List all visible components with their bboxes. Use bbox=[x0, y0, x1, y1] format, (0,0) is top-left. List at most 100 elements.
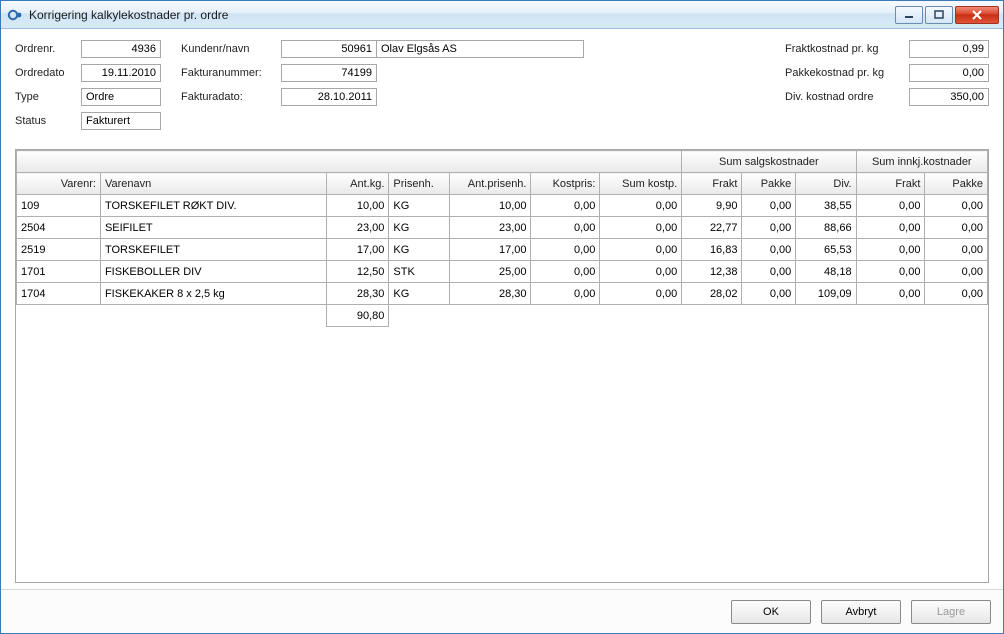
col-antprisenh[interactable]: Ant.prisenh. bbox=[449, 173, 531, 195]
cell[interactable]: 0,00 bbox=[531, 217, 600, 239]
cell[interactable]: 28,30 bbox=[449, 283, 531, 305]
close-button[interactable] bbox=[955, 6, 999, 24]
col-kostpris[interactable]: Kostpris: bbox=[531, 173, 600, 195]
cell[interactable]: 0,00 bbox=[742, 261, 796, 283]
cell[interactable]: 9,90 bbox=[682, 195, 742, 217]
cell[interactable]: 0,00 bbox=[925, 239, 988, 261]
cell[interactable]: 0,00 bbox=[742, 239, 796, 261]
cell[interactable]: 0,00 bbox=[856, 283, 925, 305]
ok-button[interactable]: OK bbox=[731, 600, 811, 624]
cell[interactable]: 12,38 bbox=[682, 261, 742, 283]
cell[interactable]: KG bbox=[389, 239, 449, 261]
cell[interactable]: 0,00 bbox=[925, 261, 988, 283]
cell[interactable]: KG bbox=[389, 195, 449, 217]
cell[interactable]: 2504 bbox=[17, 217, 101, 239]
ordrenr-value: 4936 bbox=[81, 40, 161, 58]
cell[interactable]: 17,00 bbox=[327, 239, 389, 261]
cell[interactable]: STK bbox=[389, 261, 449, 283]
maximize-button[interactable] bbox=[925, 6, 953, 24]
cell[interactable]: 48,18 bbox=[796, 261, 856, 283]
cancel-button[interactable]: Avbryt bbox=[821, 600, 901, 624]
cell[interactable]: 0,00 bbox=[742, 195, 796, 217]
status-value: Fakturert bbox=[81, 112, 161, 130]
cell[interactable]: KG bbox=[389, 283, 449, 305]
cell[interactable]: 65,53 bbox=[796, 239, 856, 261]
cell[interactable]: TORSKEFILET bbox=[100, 239, 326, 261]
cell[interactable]: 0,00 bbox=[600, 195, 682, 217]
col-sumkostp[interactable]: Sum kostp. bbox=[600, 173, 682, 195]
cell[interactable]: 0,00 bbox=[925, 195, 988, 217]
cell[interactable]: 88,66 bbox=[796, 217, 856, 239]
col-div[interactable]: Div. bbox=[796, 173, 856, 195]
cell[interactable]: 10,00 bbox=[327, 195, 389, 217]
cell[interactable]: 10,00 bbox=[449, 195, 531, 217]
cell[interactable]: 25,00 bbox=[449, 261, 531, 283]
cell[interactable]: 0,00 bbox=[531, 261, 600, 283]
kundenr-label: Kundenr/navn bbox=[181, 43, 281, 55]
cell[interactable]: 0,00 bbox=[925, 217, 988, 239]
cell[interactable]: 1704 bbox=[17, 283, 101, 305]
titlebar: Korrigering kalkylekostnader pr. ordre bbox=[1, 1, 1003, 29]
table-row[interactable]: 1701FISKEBOLLER DIV12,50STK25,000,000,00… bbox=[17, 261, 988, 283]
cell[interactable]: FISKEKAKER 8 x 2,5 kg bbox=[100, 283, 326, 305]
cell[interactable]: 0,00 bbox=[856, 261, 925, 283]
blank-cell bbox=[600, 305, 682, 327]
cell[interactable]: 28,30 bbox=[327, 283, 389, 305]
cell[interactable]: 0,00 bbox=[600, 283, 682, 305]
col-varenr[interactable]: Varenr: bbox=[17, 173, 101, 195]
cell[interactable]: 0,00 bbox=[742, 217, 796, 239]
cell[interactable]: 23,00 bbox=[327, 217, 389, 239]
blank-cell bbox=[925, 305, 988, 327]
cell[interactable]: 0,00 bbox=[600, 261, 682, 283]
total-antkg: 90,80 bbox=[327, 305, 389, 327]
cell[interactable]: 28,02 bbox=[682, 283, 742, 305]
col-pakke[interactable]: Pakke bbox=[742, 173, 796, 195]
cell[interactable]: 1701 bbox=[17, 261, 101, 283]
col-frakt2[interactable]: Frakt bbox=[856, 173, 925, 195]
cell[interactable]: SEIFILET bbox=[100, 217, 326, 239]
cell[interactable]: KG bbox=[389, 217, 449, 239]
cell[interactable]: 2519 bbox=[17, 239, 101, 261]
cell[interactable]: 0,00 bbox=[600, 217, 682, 239]
table-row[interactable]: 1704FISKEKAKER 8 x 2,5 kg28,30KG28,300,0… bbox=[17, 283, 988, 305]
cell[interactable]: 16,83 bbox=[682, 239, 742, 261]
type-value: Ordre bbox=[81, 88, 161, 106]
cell[interactable]: 22,77 bbox=[682, 217, 742, 239]
cell[interactable]: 0,00 bbox=[531, 195, 600, 217]
save-button[interactable]: Lagre bbox=[911, 600, 991, 624]
divkost-input[interactable] bbox=[909, 88, 989, 106]
col-frakt[interactable]: Frakt bbox=[682, 173, 742, 195]
cell[interactable]: 109,09 bbox=[796, 283, 856, 305]
cell[interactable]: 0,00 bbox=[531, 239, 600, 261]
col-antkg[interactable]: Ant.kg. bbox=[327, 173, 389, 195]
window-buttons bbox=[895, 6, 999, 24]
cell[interactable]: 0,00 bbox=[531, 283, 600, 305]
cell[interactable]: 23,00 bbox=[449, 217, 531, 239]
fraktkost-input[interactable] bbox=[909, 40, 989, 58]
data-grid[interactable]: Sum salgskostnader Sum innkj.kostnader V… bbox=[16, 150, 988, 327]
cell[interactable]: 12,50 bbox=[327, 261, 389, 283]
minimize-button[interactable] bbox=[895, 6, 923, 24]
col-prisenh[interactable]: Prisenh. bbox=[389, 173, 449, 195]
cell[interactable]: 0,00 bbox=[742, 283, 796, 305]
table-row[interactable]: 2504SEIFILET23,00KG23,000,000,0022,770,0… bbox=[17, 217, 988, 239]
table-row[interactable]: 2519TORSKEFILET17,00KG17,000,000,0016,83… bbox=[17, 239, 988, 261]
cell[interactable]: 0,00 bbox=[856, 217, 925, 239]
cell[interactable]: 17,00 bbox=[449, 239, 531, 261]
pakkekost-input[interactable] bbox=[909, 64, 989, 82]
table-row[interactable]: 109TORSKEFILET RØKT DIV.10,00KG10,000,00… bbox=[17, 195, 988, 217]
cell[interactable]: 38,55 bbox=[796, 195, 856, 217]
cell[interactable]: 0,00 bbox=[925, 283, 988, 305]
cell[interactable]: 109 bbox=[17, 195, 101, 217]
cell[interactable]: FISKEBOLLER DIV bbox=[100, 261, 326, 283]
kundenr-value: 50961 bbox=[281, 40, 377, 58]
col-varenavn[interactable]: Varenavn bbox=[100, 173, 326, 195]
window-title: Korrigering kalkylekostnader pr. ordre bbox=[29, 8, 895, 22]
cell[interactable]: TORSKEFILET RØKT DIV. bbox=[100, 195, 326, 217]
blank-cell bbox=[17, 305, 101, 327]
cell[interactable]: 0,00 bbox=[856, 239, 925, 261]
cell[interactable]: 0,00 bbox=[600, 239, 682, 261]
cell[interactable]: 0,00 bbox=[856, 195, 925, 217]
blank-cell bbox=[682, 305, 742, 327]
col-pakke2[interactable]: Pakke bbox=[925, 173, 988, 195]
